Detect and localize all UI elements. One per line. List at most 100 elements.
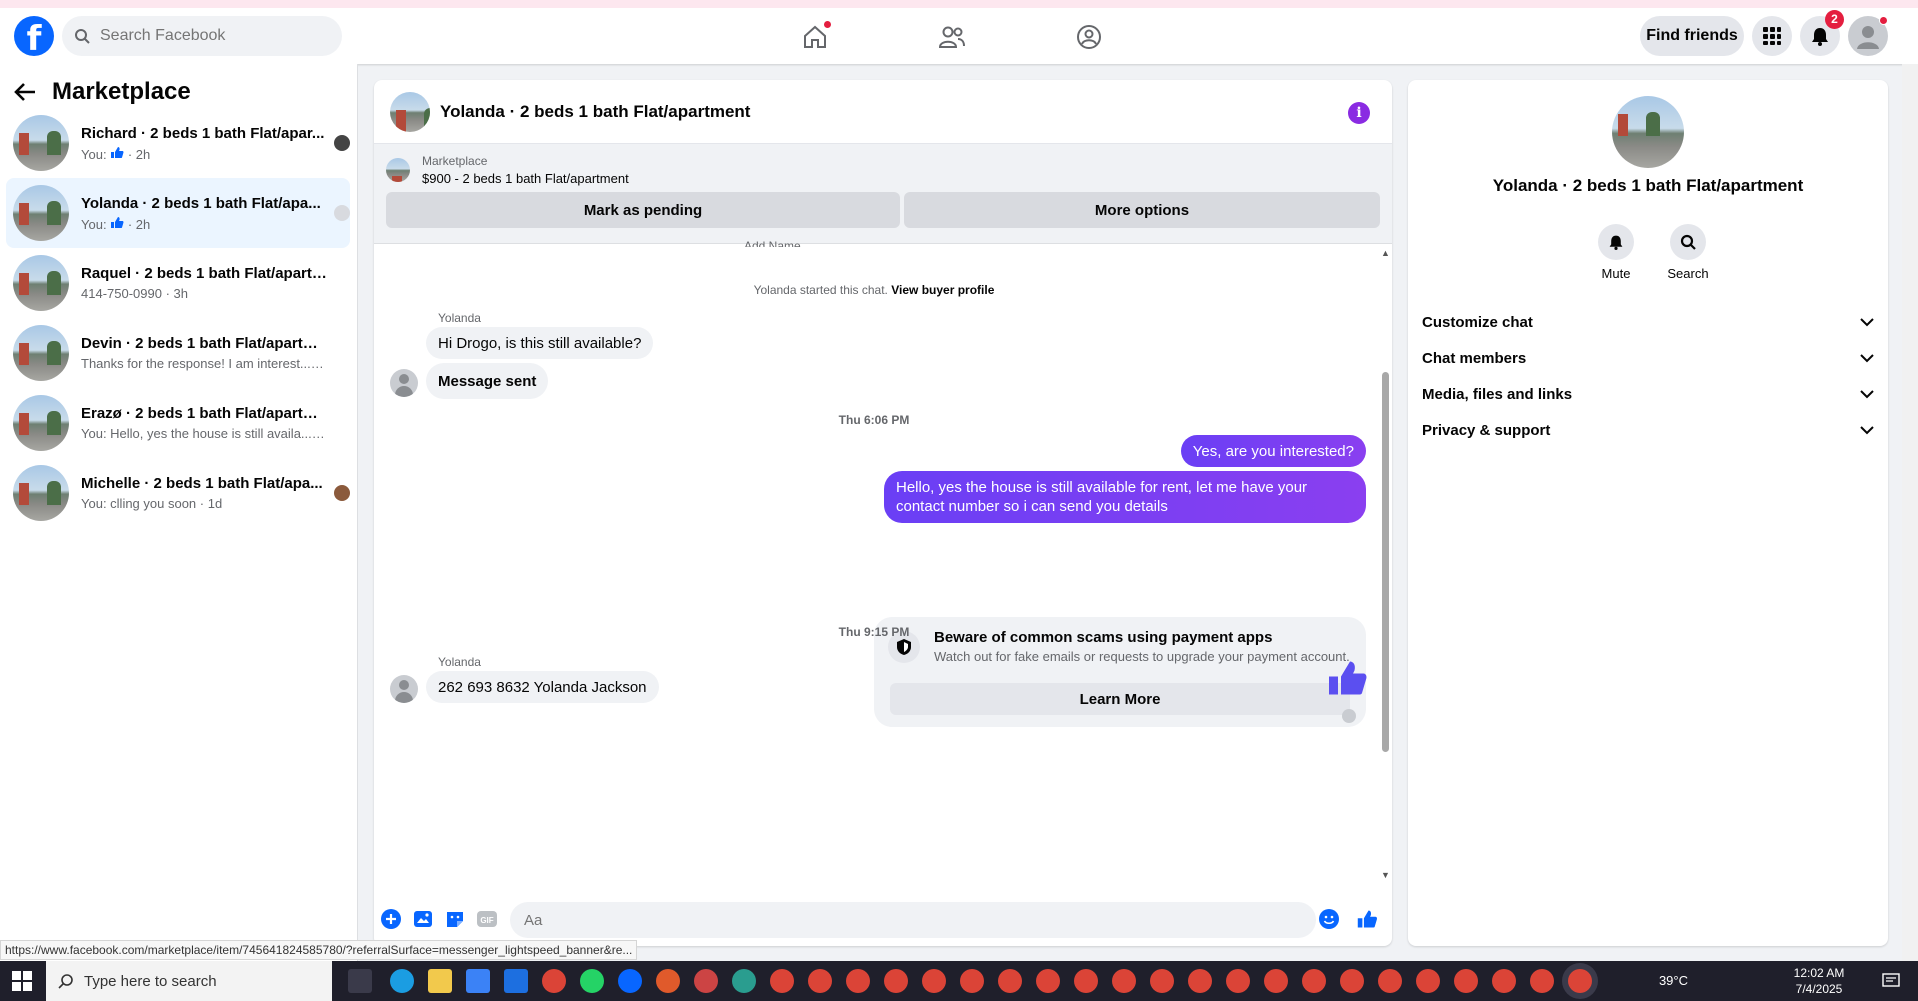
chrome-profile-icon[interactable] (808, 969, 832, 993)
mail-icon[interactable] (504, 969, 528, 993)
incoming-message: 262 693 8632 Yolanda Jackson (426, 671, 659, 703)
emoji-icon[interactable] (1318, 908, 1340, 930)
notifications-button[interactable]: 2 (1800, 10, 1844, 56)
chrome-profile-icon[interactable] (656, 969, 680, 993)
chat-title[interactable]: Yolanda · 2 beds 1 bath Flat/apartment (440, 102, 750, 122)
store-icon[interactable] (466, 969, 490, 993)
taskbar-search[interactable]: Type here to search (46, 961, 332, 1001)
chrome-profile-icon[interactable] (1074, 969, 1098, 993)
weather-temperature[interactable]: 39°C (1659, 973, 1688, 988)
search-action[interactable]: Search (1658, 224, 1718, 281)
facebook-logo[interactable]: f (14, 16, 54, 56)
gif-icon[interactable]: GIF (476, 908, 498, 930)
chrome-profile-icon[interactable] (1036, 969, 1060, 993)
bell-icon (1598, 224, 1634, 260)
groups-icon[interactable] (1074, 22, 1104, 52)
back-arrow-icon[interactable] (14, 82, 36, 102)
chrome-profile-icon[interactable] (1530, 969, 1554, 993)
timestamp: Thu 6:06 PM (838, 413, 910, 427)
chrome-active-icon[interactable] (1568, 969, 1592, 993)
view-buyer-profile-link[interactable]: View buyer profile (891, 283, 994, 297)
chat-started-notice: Yolanda started this chat. View buyer pr… (753, 283, 995, 297)
conversation-snippet: You: Hello, yes the house is still avail… (81, 426, 327, 441)
chrome-profile-icon[interactable] (1226, 969, 1250, 993)
chrome-profile-icon[interactable] (922, 969, 946, 993)
account-avatar[interactable] (1848, 16, 1888, 56)
find-friends-button[interactable]: Find friends (1640, 16, 1744, 56)
like-icon (111, 216, 124, 228)
mute-action[interactable]: Mute (1586, 224, 1646, 281)
facebook-taskbar-icon[interactable] (618, 969, 642, 993)
scroll-down-arrow-icon[interactable]: ▼ (1381, 870, 1390, 880)
menu-grid-button[interactable] (1752, 16, 1792, 56)
learn-more-button[interactable]: Learn More (890, 683, 1350, 715)
chrome-profile-icon[interactable] (1492, 969, 1516, 993)
page-scrollbar[interactable] (1902, 64, 1918, 962)
whatsapp-icon[interactable] (580, 969, 604, 993)
sidebar-title: Marketplace (52, 78, 191, 105)
scroll-up-arrow-icon[interactable]: ▲ (1381, 248, 1390, 258)
chrome-profile-icon[interactable] (770, 969, 794, 993)
conversation-name: Michelle · 2 beds 1 bath Flat/apa... (81, 475, 323, 492)
taskbar-search-placeholder: Type here to search (84, 972, 217, 990)
search-icon (1670, 224, 1706, 260)
chrome-profile-icon[interactable] (1264, 969, 1288, 993)
participant-avatar (334, 205, 350, 221)
participant-avatar (334, 135, 350, 151)
chrome-profile-icon[interactable] (998, 969, 1022, 993)
listing-thumbnail (13, 185, 69, 241)
chrome-profile-icon[interactable] (1454, 969, 1478, 993)
task-view-icon[interactable] (348, 969, 372, 993)
search-input[interactable] (100, 27, 320, 45)
info-icon[interactable]: i (1348, 102, 1370, 124)
more-options-button[interactable]: More options (904, 192, 1380, 228)
chrome-profile-icon[interactable] (1378, 969, 1402, 993)
photo-icon[interactable] (412, 908, 434, 930)
conversation-erazo[interactable]: Erazø · 2 beds 1 bath Flat/apartment You… (6, 388, 350, 458)
taskbar-clock[interactable]: 12:02 AM 7/4/2025 (1784, 965, 1854, 997)
conversation-devin[interactable]: Devin · 2 beds 1 bath Flat/apartment Tha… (6, 318, 350, 388)
clock-time: 12:02 AM (1793, 966, 1845, 980)
chrome-profile-icon[interactable] (732, 969, 756, 993)
friends-icon[interactable] (937, 22, 967, 52)
marketplace-label: Marketplace (422, 154, 488, 168)
chrome-profile-icon[interactable] (1150, 969, 1174, 993)
sticker-icon[interactable] (444, 908, 466, 930)
conversation-yolanda[interactable]: Yolanda · 2 beds 1 bath Flat/apa... You:… (6, 178, 350, 248)
customize-chat-row[interactable]: Customize chat (1422, 304, 1874, 340)
mark-as-pending-button[interactable]: Mark as pending (386, 192, 900, 228)
home-icon[interactable] (800, 20, 832, 52)
chrome-profile-icon[interactable] (1112, 969, 1136, 993)
chrome-profile-icon[interactable] (846, 969, 870, 993)
participant-avatar (334, 485, 350, 501)
conversation-richard[interactable]: Richard · 2 beds 1 bath Flat/apar... You… (6, 108, 350, 178)
listing-price-title: $900 - 2 beds 1 bath Flat/apartment (422, 171, 629, 186)
chrome-icon[interactable] (542, 969, 566, 993)
conversation-name: Erazø · 2 beds 1 bath Flat/apartment (81, 405, 327, 422)
add-icon[interactable] (380, 908, 402, 930)
incoming-message: Hi Drogo, is this still available? (426, 327, 654, 359)
listing-info[interactable]: Marketplace $900 - 2 beds 1 bath Flat/ap… (386, 154, 629, 186)
media-files-links-row[interactable]: Media, files and links (1422, 376, 1874, 412)
privacy-support-row[interactable]: Privacy & support (1422, 412, 1874, 448)
action-center-icon[interactable] (1882, 972, 1900, 990)
chevron-down-icon (1860, 353, 1874, 362)
chrome-profile-icon[interactable] (960, 969, 984, 993)
windows-start-icon[interactable] (12, 971, 32, 991)
chrome-profile-icon[interactable] (1416, 969, 1440, 993)
chrome-profile-icon[interactable] (884, 969, 908, 993)
chat-scrollbar[interactable]: ▲ ▼ (1378, 244, 1392, 884)
search-facebook[interactable] (62, 16, 342, 56)
chat-members-row[interactable]: Chat members (1422, 340, 1874, 376)
file-explorer-icon[interactable] (428, 969, 452, 993)
chrome-profile-icon[interactable] (694, 969, 718, 993)
message-input[interactable] (510, 902, 1316, 938)
scroll-thumb[interactable] (1382, 372, 1389, 752)
chrome-profile-icon[interactable] (1302, 969, 1326, 993)
send-like-icon[interactable] (1356, 908, 1378, 930)
conversation-michelle[interactable]: Michelle · 2 beds 1 bath Flat/apa... You… (6, 458, 350, 528)
chrome-profile-icon[interactable] (1188, 969, 1212, 993)
conversation-raquel[interactable]: Raquel · 2 beds 1 bath Flat/apartm... 41… (6, 248, 350, 318)
chrome-profile-icon[interactable] (1340, 969, 1364, 993)
edge-icon[interactable] (390, 969, 414, 993)
